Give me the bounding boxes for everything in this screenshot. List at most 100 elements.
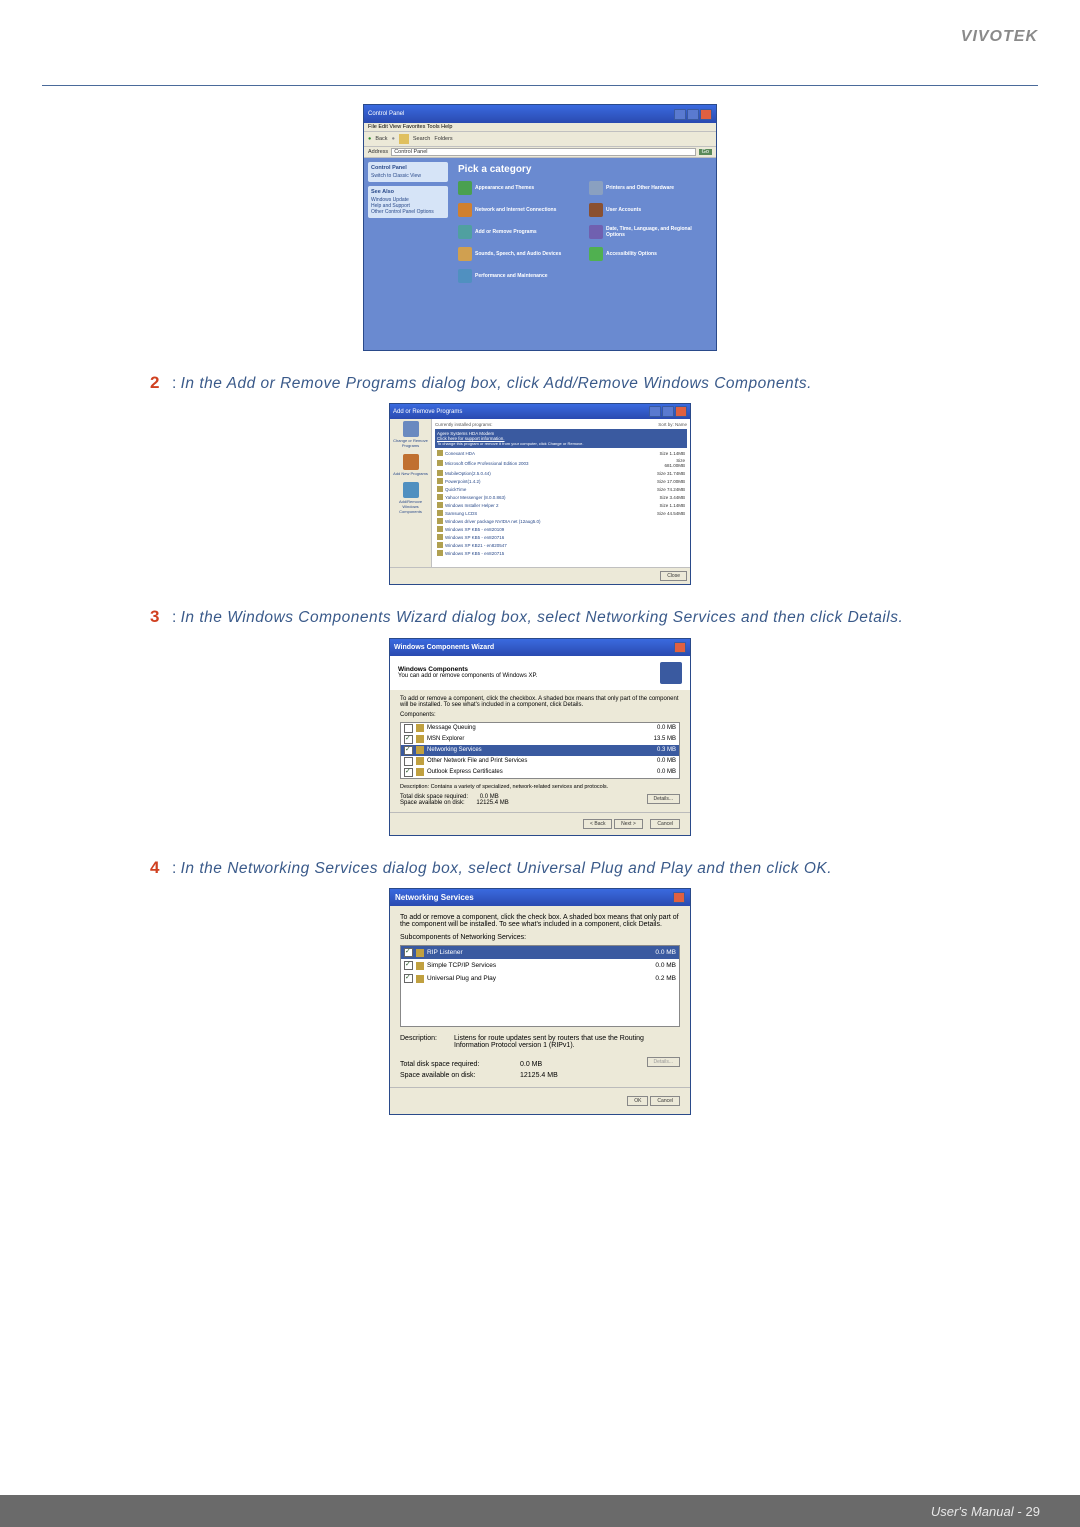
- program-row[interactable]: Windows driver package NVIDIA net (12aug…: [435, 517, 687, 525]
- checkbox[interactable]: [404, 746, 413, 755]
- category-performance[interactable]: Performance and Maintenance: [458, 269, 579, 283]
- checkbox[interactable]: [404, 724, 413, 733]
- close-icon[interactable]: [700, 109, 712, 120]
- accessibility-icon: [589, 247, 603, 261]
- program-row[interactable]: Windows XP KB5 - en820716: [435, 533, 687, 541]
- page-number: 29: [1026, 1504, 1040, 1519]
- component-icon: [416, 757, 424, 765]
- component-row[interactable]: MSN Explorer13.5 MB: [401, 734, 679, 745]
- program-row[interactable]: Samsung LCDSSize 44.54MB: [435, 509, 687, 517]
- program-icon: [437, 534, 443, 540]
- category-sounds[interactable]: Sounds, Speech, and Audio Devices: [458, 247, 579, 261]
- category-appearance[interactable]: Appearance and Themes: [458, 181, 579, 195]
- components-list[interactable]: Message Queuing0.0 MBMSN Explorer13.5 MB…: [400, 722, 680, 779]
- performance-icon: [458, 269, 472, 283]
- date-icon: [589, 225, 603, 239]
- program-icon: [437, 510, 443, 516]
- sounds-icon: [458, 247, 472, 261]
- category-accessibility[interactable]: Accessibility Options: [589, 247, 710, 261]
- program-icon: [437, 502, 443, 508]
- switch-view-link[interactable]: Switch to Classic View: [371, 173, 421, 179]
- component-row[interactable]: Other Network File and Print Services0.0…: [401, 756, 679, 767]
- category-add-remove[interactable]: Add or Remove Programs: [458, 225, 579, 239]
- menu-bar[interactable]: File Edit View Favorites Tools Help: [364, 123, 716, 132]
- close-icon[interactable]: [674, 642, 686, 653]
- windows-icon: [403, 482, 419, 498]
- checkbox[interactable]: [404, 961, 413, 970]
- subcomponent-row[interactable]: RIP Listener0.0 MB: [401, 946, 679, 959]
- window-titlebar: Networking Services: [390, 889, 690, 906]
- window-title: Control Panel: [368, 111, 404, 117]
- program-icon: [437, 460, 443, 466]
- category-users[interactable]: User Accounts: [589, 203, 710, 217]
- printers-icon: [589, 181, 603, 195]
- address-label: Address: [368, 149, 388, 155]
- close-icon[interactable]: [675, 406, 687, 417]
- category-network[interactable]: Network and Internet Connections: [458, 203, 579, 217]
- folder-up-icon[interactable]: [399, 134, 409, 144]
- next-button[interactable]: Next >: [614, 819, 643, 829]
- program-row[interactable]: Powerpoint(1.4.2)Size 17.00MB: [435, 477, 687, 485]
- program-row[interactable]: Windows XP KB5 - en820715: [435, 549, 687, 557]
- selected-program[interactable]: Agere Systems HDA Modem Click here for s…: [435, 429, 687, 448]
- minimize-icon[interactable]: [649, 406, 661, 417]
- component-row[interactable]: Networking Services0.3 MB: [401, 745, 679, 756]
- folders-button[interactable]: Folders: [434, 136, 452, 142]
- program-row[interactable]: QuickTimeSize 74.24MB: [435, 485, 687, 493]
- side-change-remove[interactable]: Change or Remove Programs: [392, 421, 429, 448]
- back-button[interactable]: < Back: [583, 819, 612, 829]
- subcomponent-row[interactable]: Simple TCP/IP Services0.0 MB: [401, 959, 679, 972]
- window-titlebar: Add or Remove Programs: [390, 404, 690, 419]
- ok-button[interactable]: OK: [627, 1096, 648, 1106]
- subcomponents-list[interactable]: RIP Listener0.0 MBSimple TCP/IP Services…: [400, 945, 680, 1027]
- minimize-icon[interactable]: [674, 109, 686, 120]
- users-icon: [589, 203, 603, 217]
- checkbox[interactable]: [404, 735, 413, 744]
- close-icon[interactable]: [673, 892, 685, 903]
- back-button[interactable]: Back: [375, 136, 387, 142]
- components-label: Components:: [400, 712, 680, 718]
- program-row[interactable]: Microsoft Office Professional Edition 20…: [435, 457, 687, 469]
- program-row[interactable]: Conexant HDASize 1.14MB: [435, 449, 687, 457]
- category-date[interactable]: Date, Time, Language, and Regional Optio…: [589, 225, 710, 239]
- pick-category-heading: Pick a category: [458, 164, 710, 175]
- description-label: Description:: [400, 784, 429, 790]
- subcomponent-row[interactable]: Universal Plug and Play0.2 MB: [401, 972, 679, 985]
- checkbox[interactable]: [404, 768, 413, 777]
- window-titlebar: Control Panel: [364, 105, 716, 123]
- maximize-icon[interactable]: [687, 109, 699, 120]
- checkbox[interactable]: [404, 948, 413, 957]
- control-panel-window: Control Panel File Edit View Favorites T…: [363, 104, 717, 351]
- side-add-new[interactable]: Add New Programs: [392, 454, 429, 476]
- close-button[interactable]: Close: [660, 571, 687, 581]
- description-label: Description:: [400, 1035, 454, 1049]
- program-row[interactable]: Windows Installer Helper 2Size 1.14MB: [435, 501, 687, 509]
- cancel-button[interactable]: Cancel: [650, 819, 680, 829]
- category-printers[interactable]: Printers and Other Hardware: [589, 181, 710, 195]
- program-row[interactable]: Windows XP KB5 - en820109: [435, 525, 687, 533]
- service-icon: [416, 975, 424, 983]
- cancel-button[interactable]: Cancel: [650, 1096, 680, 1106]
- component-icon: [416, 746, 424, 754]
- component-row[interactable]: Message Queuing0.0 MB: [401, 723, 679, 734]
- toolbar[interactable]: ● Back ● Search Folders: [364, 132, 716, 147]
- go-button[interactable]: Go: [699, 149, 712, 155]
- side-windows-components[interactable]: Add/Remove Windows Components: [392, 482, 429, 514]
- window-title: Add or Remove Programs: [393, 409, 462, 415]
- dialog-description: To add or remove a component, click the …: [400, 914, 680, 928]
- checkbox[interactable]: [404, 757, 413, 766]
- component-row[interactable]: Outlook Express Certificates0.0 MB: [401, 767, 679, 778]
- other-options-link[interactable]: Other Control Panel Options: [371, 209, 434, 215]
- seealso-header: See Also: [371, 189, 445, 195]
- address-bar[interactable]: Address Control Panel Go: [364, 147, 716, 158]
- details-button[interactable]: Details...: [647, 794, 680, 804]
- checkbox[interactable]: [404, 974, 413, 983]
- maximize-icon[interactable]: [662, 406, 674, 417]
- program-row[interactable]: Yahoo! Messenger (8.0.0.863)Size 3.44MB: [435, 493, 687, 501]
- sort-by[interactable]: Sort by: Name: [658, 422, 687, 427]
- program-row[interactable]: MobileOption(2.5.0.44)Size 31.74MB: [435, 469, 687, 477]
- search-button[interactable]: Search: [413, 136, 430, 142]
- address-value[interactable]: Control Panel: [391, 148, 695, 156]
- program-row[interactable]: Windows XP KB21 - en820547: [435, 541, 687, 549]
- step-number: 3: [150, 607, 168, 627]
